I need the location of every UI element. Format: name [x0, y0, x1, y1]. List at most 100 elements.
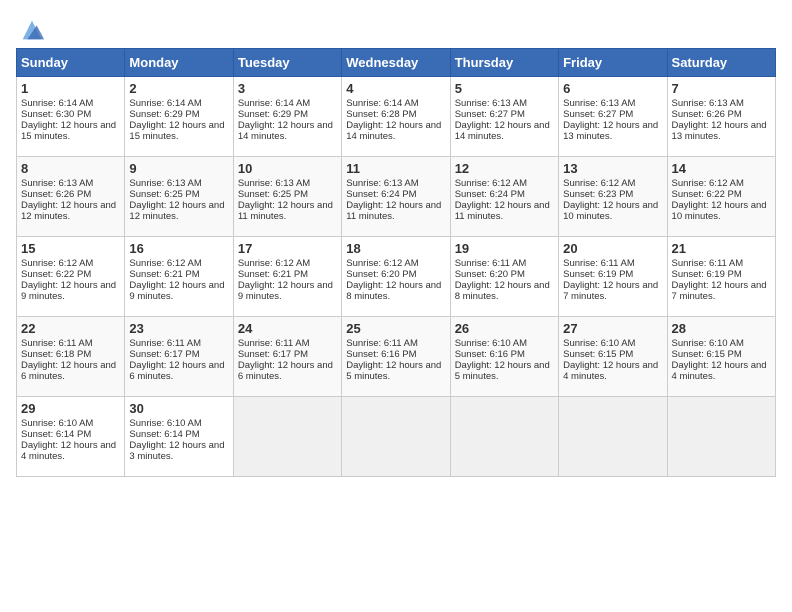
sunrise-label: Sunrise: 6:11 AM — [238, 338, 310, 349]
col-header-sunday: Sunday — [17, 49, 125, 77]
calendar-cell: 10 Sunrise: 6:13 AM Sunset: 6:25 PM Dayl… — [233, 157, 341, 237]
sunrise-label: Sunrise: 6:14 AM — [129, 98, 201, 109]
sunrise-label: Sunrise: 6:12 AM — [346, 258, 418, 269]
sunrise-label: Sunrise: 6:10 AM — [129, 418, 201, 429]
calendar-cell: 12 Sunrise: 6:12 AM Sunset: 6:24 PM Dayl… — [450, 157, 558, 237]
calendar-cell — [233, 397, 341, 477]
daylight-label: Daylight: 12 hours and 11 minutes. — [346, 200, 441, 222]
calendar-week-4: 22 Sunrise: 6:11 AM Sunset: 6:18 PM Dayl… — [17, 317, 776, 397]
daylight-label: Daylight: 12 hours and 6 minutes. — [129, 360, 224, 382]
sunset-label: Sunset: 6:14 PM — [21, 429, 91, 440]
daylight-label: Daylight: 12 hours and 4 minutes. — [563, 360, 658, 382]
day-number: 19 — [455, 241, 554, 256]
sunset-label: Sunset: 6:16 PM — [346, 349, 416, 360]
daylight-label: Daylight: 12 hours and 11 minutes. — [238, 200, 333, 222]
daylight-label: Daylight: 12 hours and 9 minutes. — [21, 280, 116, 302]
day-number: 11 — [346, 161, 445, 176]
day-number: 1 — [21, 81, 120, 96]
sunset-label: Sunset: 6:19 PM — [563, 269, 633, 280]
calendar-cell: 28 Sunrise: 6:10 AM Sunset: 6:15 PM Dayl… — [667, 317, 775, 397]
daylight-label: Daylight: 12 hours and 6 minutes. — [238, 360, 333, 382]
sunset-label: Sunset: 6:23 PM — [563, 189, 633, 200]
sunset-label: Sunset: 6:22 PM — [672, 189, 742, 200]
sunrise-label: Sunrise: 6:13 AM — [21, 178, 93, 189]
calendar-cell: 15 Sunrise: 6:12 AM Sunset: 6:22 PM Dayl… — [17, 237, 125, 317]
sunset-label: Sunset: 6:22 PM — [21, 269, 91, 280]
day-number: 27 — [563, 321, 662, 336]
sunset-label: Sunset: 6:16 PM — [455, 349, 525, 360]
sunset-label: Sunset: 6:21 PM — [129, 269, 199, 280]
calendar-cell — [667, 397, 775, 477]
col-header-thursday: Thursday — [450, 49, 558, 77]
sunrise-label: Sunrise: 6:12 AM — [21, 258, 93, 269]
sunrise-label: Sunrise: 6:11 AM — [672, 258, 744, 269]
calendar-cell: 21 Sunrise: 6:11 AM Sunset: 6:19 PM Dayl… — [667, 237, 775, 317]
calendar-week-1: 1 Sunrise: 6:14 AM Sunset: 6:30 PM Dayli… — [17, 77, 776, 157]
day-number: 3 — [238, 81, 337, 96]
calendar-cell: 9 Sunrise: 6:13 AM Sunset: 6:25 PM Dayli… — [125, 157, 233, 237]
sunset-label: Sunset: 6:27 PM — [563, 109, 633, 120]
sunrise-label: Sunrise: 6:10 AM — [21, 418, 93, 429]
sunrise-label: Sunrise: 6:12 AM — [563, 178, 635, 189]
day-number: 30 — [129, 401, 228, 416]
calendar-cell: 20 Sunrise: 6:11 AM Sunset: 6:19 PM Dayl… — [559, 237, 667, 317]
sunset-label: Sunset: 6:15 PM — [672, 349, 742, 360]
sunrise-label: Sunrise: 6:14 AM — [238, 98, 310, 109]
daylight-label: Daylight: 12 hours and 4 minutes. — [21, 440, 116, 462]
daylight-label: Daylight: 12 hours and 4 minutes. — [672, 360, 767, 382]
day-number: 9 — [129, 161, 228, 176]
daylight-label: Daylight: 12 hours and 8 minutes. — [455, 280, 550, 302]
daylight-label: Daylight: 12 hours and 9 minutes. — [129, 280, 224, 302]
sunset-label: Sunset: 6:17 PM — [129, 349, 199, 360]
sunrise-label: Sunrise: 6:14 AM — [21, 98, 93, 109]
calendar-week-3: 15 Sunrise: 6:12 AM Sunset: 6:22 PM Dayl… — [17, 237, 776, 317]
day-number: 26 — [455, 321, 554, 336]
day-number: 15 — [21, 241, 120, 256]
day-number: 21 — [672, 241, 771, 256]
sunrise-label: Sunrise: 6:12 AM — [672, 178, 744, 189]
sunset-label: Sunset: 6:28 PM — [346, 109, 416, 120]
daylight-label: Daylight: 12 hours and 13 minutes. — [672, 120, 767, 142]
calendar-cell: 27 Sunrise: 6:10 AM Sunset: 6:15 PM Dayl… — [559, 317, 667, 397]
daylight-label: Daylight: 12 hours and 12 minutes. — [129, 200, 224, 222]
logo — [16, 16, 46, 38]
daylight-label: Daylight: 12 hours and 5 minutes. — [346, 360, 441, 382]
calendar-cell: 14 Sunrise: 6:12 AM Sunset: 6:22 PM Dayl… — [667, 157, 775, 237]
daylight-label: Daylight: 12 hours and 11 minutes. — [455, 200, 550, 222]
sunrise-label: Sunrise: 6:11 AM — [455, 258, 527, 269]
sunrise-label: Sunrise: 6:12 AM — [238, 258, 310, 269]
sunrise-label: Sunrise: 6:13 AM — [129, 178, 201, 189]
sunset-label: Sunset: 6:27 PM — [455, 109, 525, 120]
calendar-cell: 24 Sunrise: 6:11 AM Sunset: 6:17 PM Dayl… — [233, 317, 341, 397]
day-number: 7 — [672, 81, 771, 96]
calendar-cell: 7 Sunrise: 6:13 AM Sunset: 6:26 PM Dayli… — [667, 77, 775, 157]
logo-icon — [18, 16, 46, 44]
calendar-cell: 4 Sunrise: 6:14 AM Sunset: 6:28 PM Dayli… — [342, 77, 450, 157]
daylight-label: Daylight: 12 hours and 3 minutes. — [129, 440, 224, 462]
calendar-cell — [559, 397, 667, 477]
sunset-label: Sunset: 6:24 PM — [346, 189, 416, 200]
sunrise-label: Sunrise: 6:11 AM — [346, 338, 418, 349]
sunset-label: Sunset: 6:25 PM — [129, 189, 199, 200]
sunset-label: Sunset: 6:26 PM — [672, 109, 742, 120]
sunset-label: Sunset: 6:30 PM — [21, 109, 91, 120]
daylight-label: Daylight: 12 hours and 5 minutes. — [455, 360, 550, 382]
calendar-cell — [342, 397, 450, 477]
day-number: 4 — [346, 81, 445, 96]
day-number: 10 — [238, 161, 337, 176]
sunset-label: Sunset: 6:25 PM — [238, 189, 308, 200]
daylight-label: Daylight: 12 hours and 7 minutes. — [672, 280, 767, 302]
sunset-label: Sunset: 6:21 PM — [238, 269, 308, 280]
calendar-cell: 17 Sunrise: 6:12 AM Sunset: 6:21 PM Dayl… — [233, 237, 341, 317]
daylight-label: Daylight: 12 hours and 10 minutes. — [563, 200, 658, 222]
sunrise-label: Sunrise: 6:10 AM — [563, 338, 635, 349]
calendar-cell: 22 Sunrise: 6:11 AM Sunset: 6:18 PM Dayl… — [17, 317, 125, 397]
sunset-label: Sunset: 6:18 PM — [21, 349, 91, 360]
col-header-friday: Friday — [559, 49, 667, 77]
sunrise-label: Sunrise: 6:14 AM — [346, 98, 418, 109]
day-number: 8 — [21, 161, 120, 176]
sunrise-label: Sunrise: 6:13 AM — [672, 98, 744, 109]
day-number: 22 — [21, 321, 120, 336]
sunrise-label: Sunrise: 6:13 AM — [346, 178, 418, 189]
day-number: 13 — [563, 161, 662, 176]
